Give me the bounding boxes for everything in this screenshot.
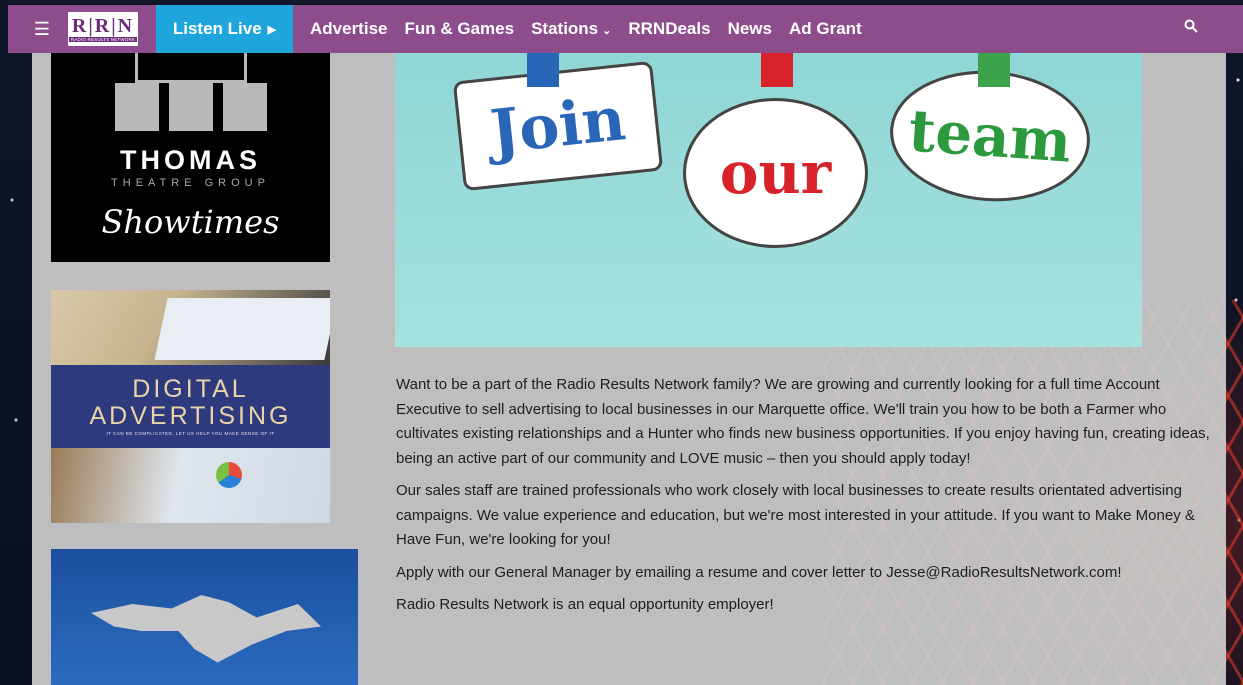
our-bubble: our: [683, 98, 868, 248]
pie-chart-graphic: [216, 462, 242, 488]
listen-live-button[interactable]: Listen Live ▶: [156, 5, 293, 53]
thomas-theatre-ad[interactable]: THOMAS THEATRE GROUP Showtimes: [51, 53, 330, 262]
hamburger-menu-icon[interactable]: ☰: [8, 5, 60, 53]
thomas-showtimes: Showtimes: [101, 203, 280, 241]
thomas-subtitle: THEATRE GROUP: [111, 177, 270, 189]
blue-clip: [527, 53, 559, 87]
play-icon: ▶: [267, 23, 277, 36]
main-nav: Advertise Fun & Games Stations ⌄ RRNDeals…: [310, 19, 862, 39]
article-paragraph: Our sales staff are trained professional…: [396, 482, 1195, 548]
article-paragraph: Radio Results Network is an equal opport…: [396, 596, 774, 613]
upper-peninsula-map-shape: [91, 595, 321, 663]
chevron-down-icon: ⌄: [602, 25, 612, 37]
laptop-photo: [51, 290, 330, 365]
red-clip: [761, 53, 793, 87]
upper-peninsula-ad[interactable]: [51, 549, 358, 685]
nav-stations-label: Stations: [531, 19, 599, 38]
listen-live-label: Listen Live: [172, 19, 262, 38]
logo-letters: R|R|N: [71, 15, 135, 37]
digital-advertising-subtitle: IT CAN BE COMPLICATED, LET US HELP YOU M…: [106, 431, 275, 436]
nav-ad-grant[interactable]: Ad Grant: [789, 19, 862, 39]
theatre-graphic-lines: [135, 53, 247, 83]
article-paragraph: Want to be a part of the Radio Results N…: [396, 376, 1210, 467]
article-paragraph: Apply with our General Manager by emaili…: [396, 563, 1122, 581]
nav-advertise[interactable]: Advertise: [310, 19, 387, 39]
green-clip: [978, 53, 1010, 87]
digital-advertising-title: DIGITAL ADVERTISING: [89, 375, 292, 430]
site-logo[interactable]: R|R|N RADIO RESULTS NETWORK: [68, 12, 138, 46]
job-posting-article: Want to be a part of the Radio Results N…: [396, 373, 1211, 626]
search-icon[interactable]: [1184, 19, 1198, 38]
theatre-graphic-blocks: [115, 83, 267, 131]
logo-subtitle: RADIO RESULTS NETWORK: [68, 37, 138, 42]
site-header: ☰ R|R|N RADIO RESULTS NETWORK Listen Liv…: [8, 5, 1243, 53]
nav-news[interactable]: News: [728, 19, 772, 39]
nav-rrndeals[interactable]: RRNDeals: [628, 19, 710, 39]
join-our-team-image: Join our team: [395, 53, 1142, 347]
nav-fun-games[interactable]: Fun & Games: [404, 19, 514, 39]
digital-advertising-ad[interactable]: DIGITAL ADVERTISING IT CAN BE COMPLICATE…: [51, 290, 330, 523]
thomas-title: THOMAS: [120, 145, 261, 175]
tablet-photo: [51, 448, 330, 523]
nav-stations[interactable]: Stations ⌄: [531, 19, 611, 39]
